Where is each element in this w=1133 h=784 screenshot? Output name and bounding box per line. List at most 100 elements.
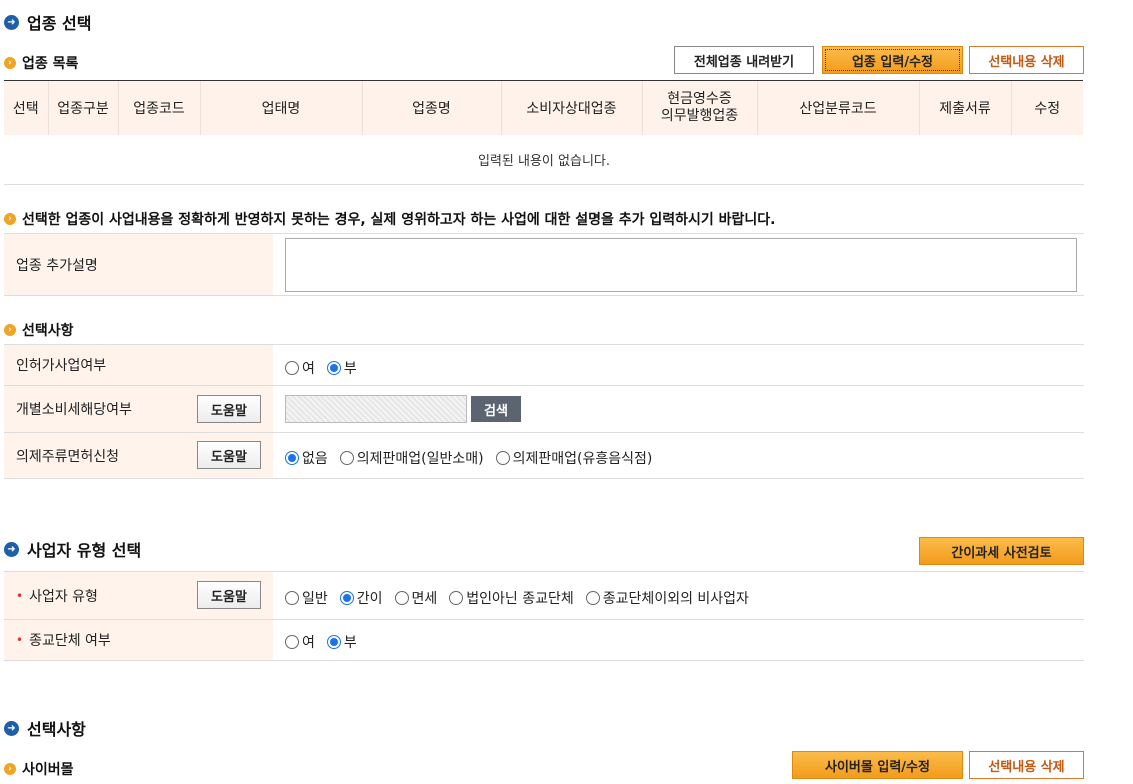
column-header: 산업분류코드 [757,81,920,135]
radio-icon[interactable] [339,451,354,465]
liquor-label-text: 의제주류면허신청 [16,448,120,465]
option-label: 여 [302,361,315,377]
excise-row: 개별소비세해당여부 도움말 검색 [4,386,1084,433]
biz-type-help-button[interactable]: 도움말 [197,581,261,609]
arrow-circle-icon: ➜ [4,14,19,30]
subheading-title: 사이버몰 [22,762,74,778]
subheading-biz-list: › 업종 목록 [4,53,78,73]
liquor-option-none[interactable]: 없음 [285,448,328,468]
empty-table-message: 입력된 내용이 없습니다. [4,135,1084,185]
radio-icon[interactable] [585,591,600,605]
option-label: 여 [302,635,315,651]
option-label: 면세 [411,591,438,607]
required-icon: • [16,633,24,647]
section-heading-options: ➜ 선택사항 [4,716,86,740]
notice-heading: › 선택한 업종이 사업내용을 정확하게 반영하지 못하는 경우, 실제 영위하… [4,209,776,229]
notice-text: 선택한 업종이 사업내용을 정확하게 반영하지 못하는 경우, 실제 영위하고자… [22,212,776,228]
radio-icon[interactable] [449,591,464,605]
subheading-options: › 선택사항 [4,320,74,340]
subheading-title: 선택사항 [22,323,74,339]
extra-desc-row: 업종 추가설명 [4,233,1084,296]
excise-search-input[interactable] [285,395,467,423]
bullet-icon: › [4,324,16,336]
license-label: 인허가사업여부 [4,345,273,385]
biz-type-row: • 사업자 유형 도움말 일반 간이 면세 법인아닌 종교단체 종교단체이외의 비… [4,571,1084,620]
column-header: 현금영수증 의무발행업종 [642,81,758,135]
table-header-row: 선택 업종구분 업종코드 업태명 업종명 소비자상대업종 현금영수증 의무발행업… [4,81,1083,135]
option-label: 일반 [302,591,328,607]
religious-option-no[interactable]: 부 [326,632,357,652]
column-header: 업종명 [362,81,502,135]
biz-type-option-exempt[interactable]: 면세 [394,588,438,608]
radio-icon[interactable] [285,451,299,465]
section-title: 업종 선택 [27,14,92,33]
biz-type-option-simplified[interactable]: 간이 [339,588,383,608]
biz-type-radio-group: 일반 간이 면세 법인아닌 종교단체 종교단체이외의 비사업자 [285,588,755,608]
subheading-cybermall: › 사이버몰 [4,759,74,779]
section-title: 선택사항 [27,720,86,739]
liquor-help-button[interactable]: 도움말 [197,441,261,469]
excise-search-button[interactable]: 검색 [471,396,521,422]
religious-label-text: 종교단체 여부 [29,633,111,649]
simplified-tax-precheck-button[interactable]: 간이과세 사전검토 [919,537,1084,565]
column-header: 업태명 [200,81,363,135]
liquor-option-entertainment[interactable]: 의제판매업(유흥음식점) [495,448,653,468]
arrow-circle-icon: ➜ [4,541,19,557]
religious-label: • 종교단체 여부 [4,620,273,660]
extra-desc-textarea[interactable] [285,238,1077,292]
radio-icon[interactable] [326,635,341,649]
radio-icon[interactable] [339,591,354,605]
bullet-icon: › [4,57,16,69]
religious-option-yes[interactable]: 여 [285,632,315,652]
religious-row: • 종교단체 여부 여 부 [4,620,1084,661]
required-icon: • [16,588,24,603]
radio-icon[interactable] [495,451,510,465]
column-header: 선택 [4,81,49,135]
industry-input-button[interactable]: 업종 입력/수정 [822,46,963,74]
bullet-icon: › [4,763,16,775]
license-option-no[interactable]: 부 [326,358,357,378]
industry-table: 선택 업종구분 업종코드 업태명 업종명 소비자상대업종 현금영수증 의무발행업… [4,80,1083,135]
option-label: 없음 [302,451,328,467]
license-option-yes[interactable]: 여 [285,358,315,378]
biz-type-option-general[interactable]: 일반 [285,588,328,608]
biz-type-option-religious[interactable]: 법인아닌 종교단체 [449,588,574,608]
license-row: 인허가사업여부 여 부 [4,344,1084,386]
download-all-button[interactable]: 전체업종 내려받기 [674,46,814,74]
option-label: 의제판매업(일반소매) [356,451,484,467]
radio-icon[interactable] [285,591,299,605]
extra-desc-label: 업종 추가설명 [4,234,273,295]
biz-type-label-text: 사업자 유형 [29,588,98,605]
religious-radio-group: 여 부 [285,632,363,652]
option-label: 간이 [356,591,383,607]
cybermall-delete-button[interactable]: 선택내용 삭제 [969,751,1084,779]
radio-icon[interactable] [285,635,299,649]
excise-help-button[interactable]: 도움말 [197,395,261,423]
cybermall-input-button[interactable]: 사이버몰 입력/수정 [792,751,963,779]
column-header: 수정 [1011,81,1083,135]
column-header: 업종구분 [48,81,119,135]
column-header: 업종코드 [118,81,201,135]
option-label: 부 [343,635,357,651]
biz-type-option-nonbusiness[interactable]: 종교단체이외의 비사업자 [585,588,749,608]
section-heading-industry: ➜ 업종 선택 [4,10,91,34]
delete-selection-button[interactable]: 선택내용 삭제 [969,46,1084,74]
option-label: 의제판매업(유흥음식점) [512,451,653,467]
option-label: 부 [343,361,357,377]
radio-icon[interactable] [326,361,341,375]
option-label: 종교단체이외의 비사업자 [602,591,749,607]
liquor-radio-group: 없음 의제판매업(일반소매) 의제판매업(유흥음식점) [285,448,658,468]
option-label: 법인아닌 종교단체 [466,591,574,607]
liquor-option-retail[interactable]: 의제판매업(일반소매) [339,448,484,468]
column-header: 제출서류 [919,81,1012,135]
arrow-circle-icon: ➜ [4,720,19,736]
license-radio-group: 여 부 [285,358,363,378]
column-header: 소비자상대업종 [501,81,643,135]
excise-label-text: 개별소비세해당여부 [16,402,132,418]
radio-icon[interactable] [394,591,409,605]
bullet-icon: › [4,213,16,225]
section-title: 사업자 유형 선택 [27,541,142,560]
section-heading-biz-type: ➜ 사업자 유형 선택 [4,537,141,561]
radio-icon[interactable] [285,361,299,375]
liquor-row: 의제주류면허신청 도움말 없음 의제판매업(일반소매) 의제판매업(유흥음식점) [4,433,1084,479]
